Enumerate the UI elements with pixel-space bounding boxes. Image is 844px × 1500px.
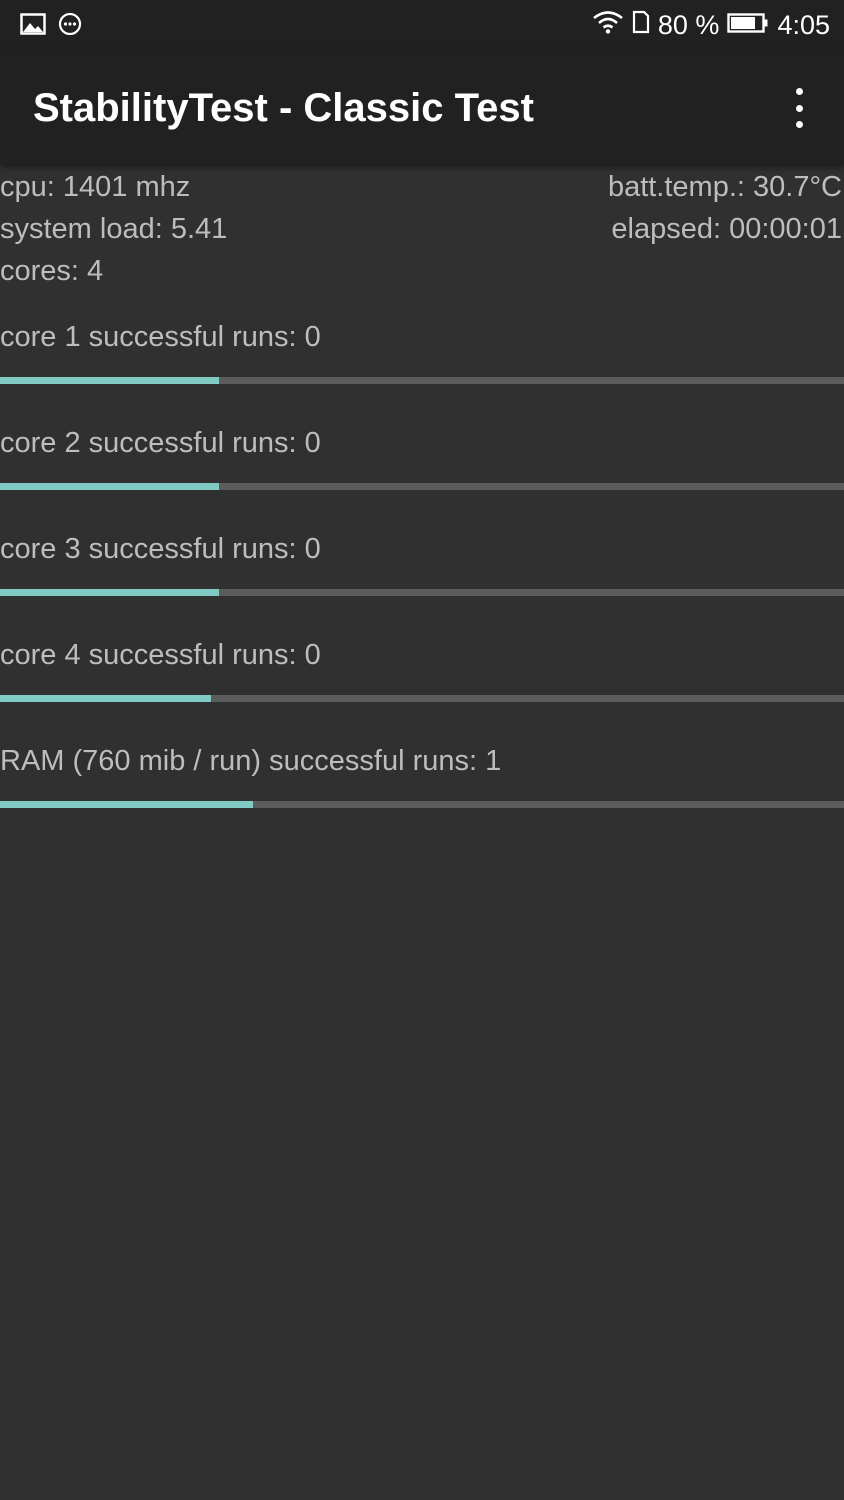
page-title: StabilityTest - Classic Test [33, 86, 534, 130]
battery-icon [727, 8, 769, 42]
overflow-dot [795, 88, 803, 95]
clock: 4:05 [777, 10, 830, 40]
elapsed-time: elapsed: 00:00:01 [611, 213, 842, 245]
core-3-progress-fill [0, 589, 220, 596]
core-1-progress-bar [0, 377, 844, 384]
overflow-dot [795, 121, 803, 128]
core-4-progress-bar [0, 695, 844, 702]
ram-label: RAM (760 mib / run) successful runs: 1 [0, 745, 502, 777]
overflow-dot [795, 104, 803, 112]
core-1-label: core 1 successful runs: 0 [0, 321, 321, 353]
image-icon [20, 13, 46, 40]
battery-percent: 80 % [657, 10, 720, 40]
battery-level-fill [731, 17, 756, 29]
core-2-label: core 2 successful runs: 0 [0, 427, 321, 459]
core-4-label: core 4 successful runs: 0 [0, 639, 321, 671]
core-2-progress-bar [0, 483, 844, 490]
core-count: cores: 4 [0, 255, 104, 287]
more-vert-icon[interactable] [784, 88, 814, 128]
sim-icon [632, 8, 650, 42]
battery-temperature: batt.temp.: 30.7°C [607, 171, 842, 203]
core-3-label: core 3 successful runs: 0 [0, 533, 321, 565]
status-bar: 80 % 4:05 [0, 0, 844, 50]
messenger-icon [58, 12, 82, 41]
ram-progress-fill [0, 801, 254, 808]
app-bar: StabilityTest - Classic Test [0, 50, 844, 164]
core-2-progress-fill [0, 483, 220, 490]
system-load: system load: 5.41 [0, 213, 228, 245]
core-3-progress-bar [0, 589, 844, 596]
cpu-frequency: cpu: 1401 mhz [0, 171, 191, 203]
status-bar-system: 80 % 4:05 [592, 8, 830, 42]
core-4-progress-fill [0, 695, 211, 702]
core-1-progress-fill [0, 377, 220, 384]
ram-progress-bar [0, 801, 844, 808]
status-bar-notifications [20, 12, 82, 41]
wifi-icon [592, 8, 624, 42]
